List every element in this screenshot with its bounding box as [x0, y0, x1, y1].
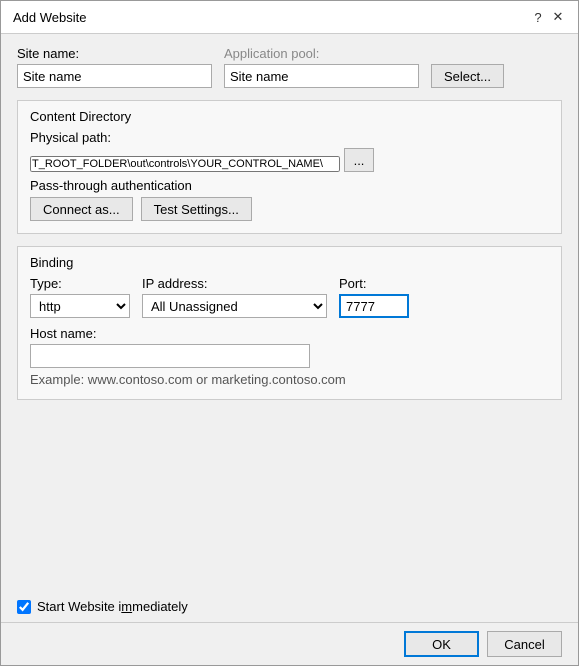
content-directory-title: Content Directory [30, 109, 549, 124]
type-label: Type: [30, 276, 130, 291]
dialog-footer: OK Cancel [1, 622, 578, 665]
add-website-dialog: Add Website ? ✕ Site name: Application p… [0, 0, 579, 666]
site-apppool-row: Site name: Application pool: Select... [17, 46, 562, 88]
site-name-input[interactable] [17, 64, 212, 88]
site-name-group: Site name: [17, 46, 212, 88]
type-group: Type: http https [30, 276, 130, 318]
binding-title: Binding [30, 255, 549, 270]
host-name-group: Host name: [30, 326, 549, 368]
physical-path-label: Physical path: [30, 130, 549, 145]
start-website-checkbox[interactable] [17, 600, 31, 614]
title-controls: ? ✕ [530, 9, 566, 25]
spacer [17, 408, 562, 579]
app-pool-input[interactable] [224, 64, 419, 88]
example-text: Example: www.contoso.com or marketing.co… [30, 372, 549, 387]
content-directory-section: Content Directory Physical path: ... Pas… [17, 100, 562, 234]
help-button[interactable]: ? [530, 9, 546, 25]
ok-button[interactable]: OK [404, 631, 479, 657]
ip-select[interactable]: All Unassigned [142, 294, 327, 318]
connect-as-button[interactable]: Connect as... [30, 197, 133, 221]
ip-group: IP address: All Unassigned [142, 276, 327, 318]
select-button[interactable]: Select... [431, 64, 504, 88]
dialog-content: Site name: Application pool: Select... C… [1, 34, 578, 591]
port-input[interactable] [339, 294, 409, 318]
auth-buttons: Connect as... Test Settings... [30, 197, 549, 221]
physical-path-input[interactable] [30, 156, 340, 172]
host-name-label: Host name: [30, 326, 549, 341]
pass-through-label: Pass-through authentication [30, 178, 549, 193]
cancel-button[interactable]: Cancel [487, 631, 562, 657]
type-select[interactable]: http https [30, 294, 130, 318]
ip-label: IP address: [142, 276, 327, 291]
test-settings-button[interactable]: Test Settings... [141, 197, 252, 221]
example-text-content: Example: www.contoso.com or marketing.co… [30, 372, 346, 387]
app-pool-label: Application pool: [224, 46, 419, 61]
start-website-label: Start Website immediately [37, 599, 188, 614]
physical-path-row: ... [30, 148, 549, 172]
app-pool-group: Application pool: [224, 46, 419, 88]
dialog-title: Add Website [13, 10, 86, 25]
browse-button[interactable]: ... [344, 148, 374, 172]
port-label: Port: [339, 276, 409, 291]
host-name-input[interactable] [30, 344, 310, 368]
binding-section: Binding Type: http https IP address: All… [17, 246, 562, 400]
port-group: Port: [339, 276, 409, 318]
binding-main-row: Type: http https IP address: All Unassig… [30, 276, 549, 318]
site-name-label: Site name: [17, 46, 212, 61]
checkbox-row: Start Website immediately [1, 591, 578, 622]
title-bar: Add Website ? ✕ [1, 1, 578, 34]
close-button[interactable]: ✕ [550, 9, 566, 25]
